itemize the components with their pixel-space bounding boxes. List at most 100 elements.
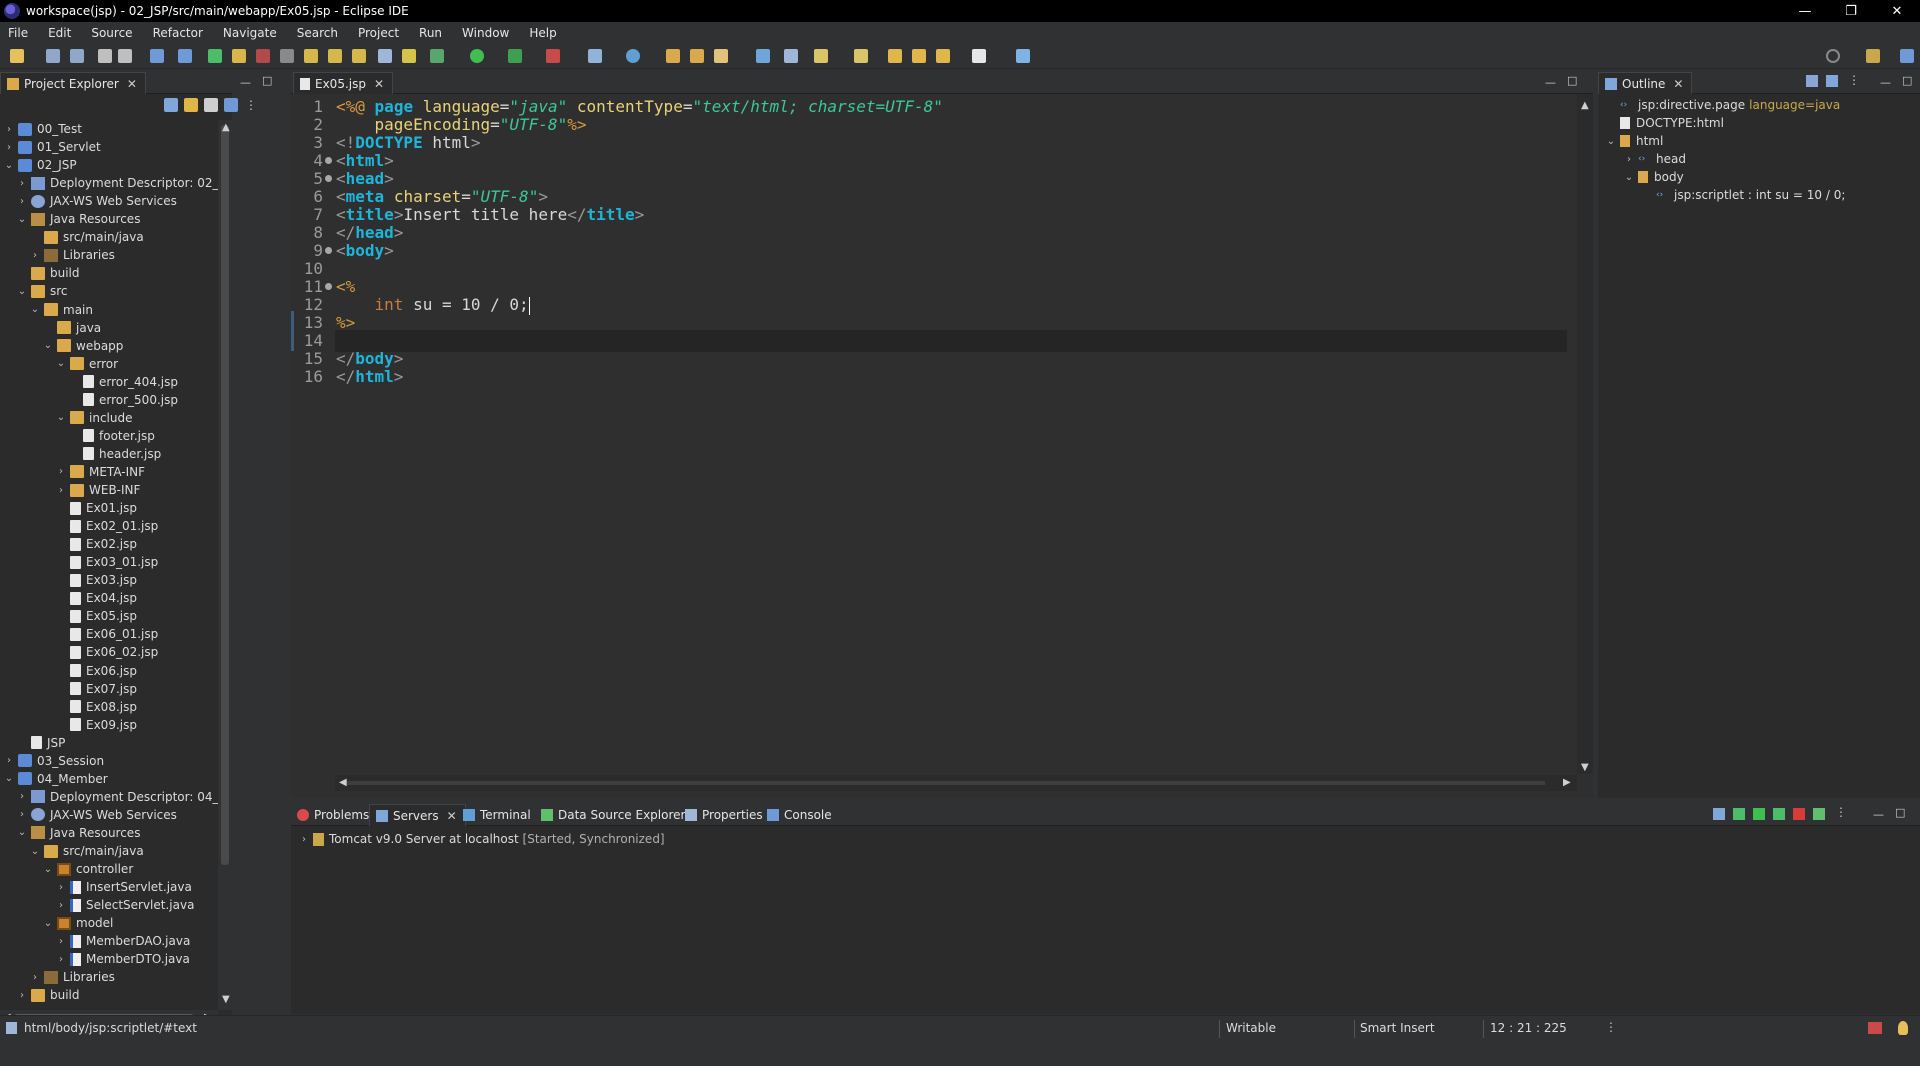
scroll-up-icon[interactable]: ▲: [222, 122, 230, 133]
maximize-view-icon[interactable]: □: [1895, 806, 1905, 819]
menu-search[interactable]: Search: [297, 26, 338, 40]
explorer-scroll-thumb[interactable]: [221, 125, 229, 865]
start-server-icon[interactable]: [1753, 808, 1765, 820]
tree-item[interactable]: java: [43, 319, 101, 337]
fold-toggle-icon[interactable]: [325, 175, 332, 182]
tree-item[interactable]: Ex05.jsp: [56, 607, 137, 625]
tree-item[interactable]: ⌄ controller: [43, 860, 133, 878]
new-server-icon[interactable]: [588, 49, 602, 63]
tab-servers[interactable]: Servers ✕: [369, 804, 466, 826]
editor-vertical-scrollbar[interactable]: [1577, 94, 1593, 774]
tree-item[interactable]: › META-INF: [56, 463, 145, 481]
code-line[interactable]: <body>: [336, 240, 394, 262]
tree-item[interactable]: › 03_Session: [4, 752, 104, 770]
minimize-view-icon[interactable]: —: [1873, 808, 1884, 821]
coverage-icon[interactable]: [508, 49, 522, 63]
chevron-down-icon[interactable]: ⌄: [4, 773, 14, 784]
tree-item[interactable]: ⌄ 04_Member: [4, 770, 108, 788]
console-icon[interactable]: [150, 49, 164, 63]
chevron-down-icon[interactable]: ⌄: [43, 340, 53, 351]
tree-item[interactable]: › WEB-INF: [56, 481, 140, 499]
outline-item[interactable]: DOCTYPE:html: [1606, 114, 1724, 132]
outline-item[interactable]: ⌄ body: [1624, 168, 1684, 186]
menu-run[interactable]: Run: [419, 26, 442, 40]
chevron-right-icon[interactable]: ›: [17, 178, 27, 189]
tree-item[interactable]: › build: [17, 986, 80, 1004]
tree-item[interactable]: footer.jsp: [69, 427, 155, 445]
menu-project[interactable]: Project: [358, 26, 399, 40]
tree-item[interactable]: Ex06_02.jsp: [56, 643, 158, 661]
chevron-right-icon[interactable]: ›: [56, 466, 66, 477]
close-icon[interactable]: ✕: [1673, 77, 1683, 91]
tree-item[interactable]: ⌄ src: [17, 282, 68, 300]
chevron-down-icon[interactable]: ⌄: [56, 412, 66, 423]
outline-item[interactable]: ‹› jsp:directive.page language=java: [1606, 96, 1840, 114]
chevron-down-icon[interactable]: ⌄: [43, 864, 53, 875]
fold-toggle-icon[interactable]: [325, 157, 332, 164]
profile-server-icon[interactable]: [1773, 808, 1785, 820]
open-perspective-icon[interactable]: [1866, 49, 1880, 63]
forward-icon[interactable]: [972, 49, 986, 63]
tab-project-explorer[interactable]: Project Explorer ✕: [0, 72, 146, 94]
tree-item[interactable]: › Deployment Descriptor: 02_JSP: [17, 174, 218, 192]
redo-icon[interactable]: [118, 49, 132, 63]
menu-file[interactable]: File: [8, 26, 28, 40]
suspend-icon[interactable]: [232, 49, 246, 63]
tree-item[interactable]: Ex08.jsp: [56, 698, 137, 716]
tree-item[interactable]: error_500.jsp: [69, 391, 178, 409]
tab-console[interactable]: Console: [761, 804, 840, 826]
tree-item[interactable]: ⌄ main: [30, 301, 93, 319]
resume-icon[interactable]: [208, 49, 222, 63]
chevron-right-icon[interactable]: ›: [4, 755, 14, 766]
tree-item[interactable]: › 00_Test: [4, 120, 82, 138]
menu-navigate[interactable]: Navigate: [223, 26, 277, 40]
tab-outline[interactable]: Outline ✕: [1598, 72, 1693, 94]
chevron-right-icon[interactable]: ›: [56, 936, 66, 947]
view-menu-icon[interactable]: ⋮: [1835, 805, 1847, 819]
menu-help[interactable]: Help: [529, 26, 556, 40]
outline-item[interactable]: ‹› jsp:scriptlet : int su = 10 / 0;: [1642, 186, 1845, 204]
chevron-down-icon[interactable]: ⌄: [30, 846, 40, 857]
code-line[interactable]: int su = 10 / 0;: [336, 294, 530, 316]
tree-item[interactable]: Ex07.jsp: [56, 680, 137, 698]
back-nav-icon[interactable]: [912, 49, 926, 63]
web-browser-icon[interactable]: [756, 49, 770, 63]
open-type-icon[interactable]: [666, 49, 680, 63]
tree-item[interactable]: Ex02_01.jsp: [56, 517, 158, 535]
editor-horizontal-scrollbar[interactable]: [335, 775, 1577, 791]
new-icon[interactable]: [10, 49, 24, 63]
fold-toggle-icon[interactable]: [325, 247, 332, 254]
scroll-down-icon[interactable]: ▼: [222, 994, 230, 1005]
open-task-icon[interactable]: [690, 49, 704, 63]
tip-bulb-icon[interactable]: [1898, 1021, 1908, 1035]
close-icon[interactable]: ✕: [374, 77, 384, 91]
chevron-right-icon[interactable]: ›: [17, 990, 27, 1001]
new-project-icon[interactable]: [224, 98, 238, 112]
chevron-right-icon[interactable]: ›: [299, 834, 309, 845]
step-into-icon[interactable]: [304, 49, 318, 63]
minimize-view-icon[interactable]: —: [240, 76, 251, 89]
tree-item[interactable]: Ex04.jsp: [56, 589, 137, 607]
tree-item[interactable]: › Libraries: [30, 246, 115, 264]
chevron-right-icon[interactable]: ›: [4, 142, 14, 153]
chevron-right-icon[interactable]: ›: [56, 954, 66, 965]
pin-editor-icon[interactable]: [1016, 49, 1030, 63]
step-return-icon[interactable]: [352, 49, 366, 63]
tree-item[interactable]: › Deployment Descriptor: 04_Member: [17, 788, 218, 806]
drop-to-frame-icon[interactable]: [378, 49, 392, 63]
disconnect-icon[interactable]: [280, 49, 294, 63]
tree-item[interactable]: › Libraries: [30, 968, 115, 986]
use-step-filters-icon[interactable]: [402, 49, 416, 63]
save-icon[interactable]: [46, 49, 60, 63]
minimize-editor-icon[interactable]: —: [1545, 76, 1556, 89]
tab-data-source-explorer[interactable]: Data Source Explorer: [535, 804, 693, 826]
chevron-right-icon[interactable]: ›: [17, 809, 27, 820]
undo-icon[interactable]: [98, 49, 112, 63]
menu-window[interactable]: Window: [462, 26, 509, 40]
close-button[interactable]: ✕: [1874, 0, 1920, 22]
tree-item[interactable]: ⌄ Java Resources: [17, 210, 141, 228]
tree-item[interactable]: Ex06_01.jsp: [56, 625, 158, 643]
menu-refactor[interactable]: Refactor: [153, 26, 203, 40]
chevron-right-icon[interactable]: ›: [4, 124, 14, 135]
close-icon[interactable]: ✕: [447, 809, 457, 823]
